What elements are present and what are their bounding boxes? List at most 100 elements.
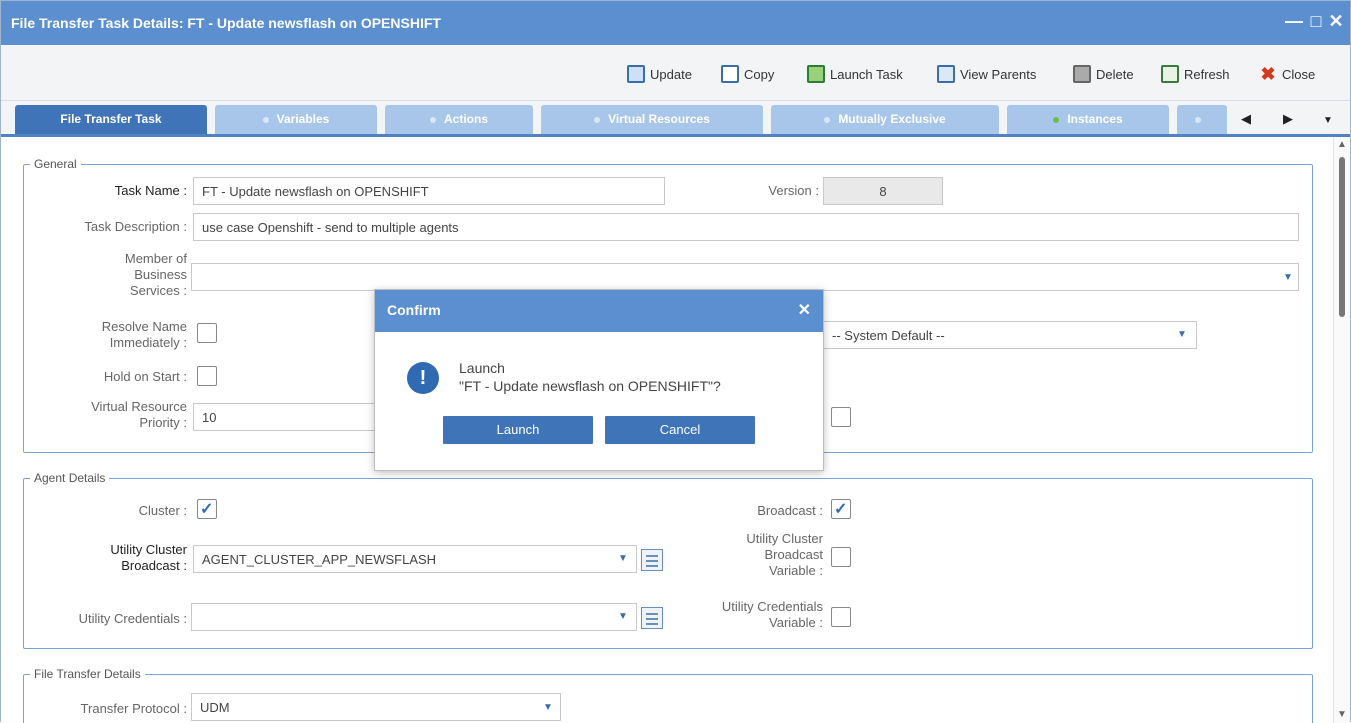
lookup-list-icon[interactable]: [641, 607, 663, 629]
utility-credentials-select[interactable]: [191, 603, 637, 631]
tab-bar: File Transfer Task Variables Actions Vir…: [1, 101, 1350, 137]
chevron-down-icon[interactable]: ▼: [543, 702, 553, 713]
general-extra-checkbox[interactable]: [831, 407, 851, 427]
status-dot-icon: [824, 116, 831, 123]
ucb-label-line1: Utility Cluster: [110, 542, 187, 557]
launch-task-label: Launch Task: [830, 66, 903, 82]
chevron-down-icon[interactable]: ▼: [618, 553, 628, 564]
task-name-field[interactable]: FT - Update newsflash on OPENSHIFT: [193, 177, 665, 205]
agent-details-legend: Agent Details: [34, 471, 106, 485]
close-window-icon[interactable]: ✕: [1327, 11, 1345, 31]
resolve-name-label-line2: Immediately :: [109, 335, 187, 350]
utility-cluster-broadcast-select[interactable]: AGENT_CLUSTER_APP_NEWSFLASH: [193, 545, 637, 573]
tab-variables[interactable]: Variables: [215, 105, 377, 134]
close-icon[interactable]: ✕: [798, 300, 811, 320]
tab-mutually-exclusive[interactable]: Mutually Exclusive: [771, 105, 999, 134]
status-dot-icon: [262, 116, 269, 123]
status-dot-icon: [429, 116, 436, 123]
chevron-down-icon[interactable]: ▼: [1283, 272, 1293, 283]
tab-actions[interactable]: Actions: [385, 105, 533, 134]
general-legend: General: [34, 157, 77, 171]
ucb-variable-checkbox[interactable]: [831, 547, 851, 567]
tab-instances[interactable]: Instances: [1007, 105, 1169, 134]
vr-priority-label-line1: Virtual Resource: [91, 399, 187, 414]
confirm-dialog-title: Confirm: [387, 302, 441, 318]
utility-credentials-label: Utility Credentials :: [78, 611, 187, 626]
member-label-line3: Services :: [129, 283, 187, 298]
status-dot-icon: [1053, 116, 1060, 123]
ucbv-label-line2: Broadcast: [764, 547, 823, 562]
refresh-label: Refresh: [1184, 66, 1230, 82]
launch-task-button[interactable]: Launch Task: [807, 63, 903, 85]
copy-button[interactable]: Copy: [721, 63, 774, 85]
resolve-name-checkbox[interactable]: [197, 323, 217, 343]
cluster-checkbox[interactable]: [197, 499, 217, 519]
scroll-down-icon[interactable]: ▼: [1337, 709, 1347, 720]
confirm-dialog-header: Confirm: [375, 290, 823, 332]
launch-button[interactable]: Launch: [443, 416, 593, 444]
view-parents-button[interactable]: View Parents: [937, 63, 1036, 85]
lookup-list-icon[interactable]: [641, 549, 663, 571]
task-name-label: Task Name :: [114, 183, 187, 198]
tab-label: Virtual Resources: [608, 112, 710, 126]
member-label-line2: Business: [134, 267, 187, 282]
refresh-button[interactable]: Refresh: [1161, 63, 1230, 85]
tab-menu-icon[interactable]: ▼: [1323, 115, 1333, 126]
ucbv-label-line3: Variable :: [769, 563, 823, 578]
tab-next-icon[interactable]: ▶: [1283, 111, 1293, 127]
minimize-icon[interactable]: —: [1285, 11, 1303, 31]
hold-on-start-label: Hold on Start :: [103, 369, 187, 384]
window-title: File Transfer Task Details: FT - Update …: [11, 15, 441, 31]
tab-label: Variables: [276, 112, 330, 126]
copy-label: Copy: [744, 66, 775, 82]
status-dot-icon: [594, 116, 601, 123]
tab-label: Mutually Exclusive: [838, 112, 946, 126]
view-parents-label: View Parents: [960, 66, 1037, 82]
confirm-message-line1: Launch: [459, 360, 505, 376]
copy-icon: [721, 65, 739, 83]
scroll-up-icon[interactable]: ▲: [1337, 139, 1347, 150]
tab-overflow[interactable]: [1177, 105, 1227, 134]
confirm-message-line2: "FT - Update newsflash on OPENSHIFT"?: [459, 378, 721, 394]
vr-priority-field[interactable]: 10: [193, 403, 383, 431]
update-button[interactable]: Update: [627, 63, 692, 85]
task-description-field[interactable]: use case Openshift - send to multiple ag…: [193, 213, 1299, 241]
cancel-button[interactable]: Cancel: [605, 416, 755, 444]
ucv-label-line2: Variable :: [769, 615, 823, 630]
maximize-icon[interactable]: □: [1307, 11, 1325, 31]
chevron-down-icon[interactable]: ▼: [618, 611, 628, 622]
tab-virtual-resources[interactable]: Virtual Resources: [541, 105, 763, 134]
toolbar: Update Copy Launch Task View Parents Del…: [1, 45, 1350, 101]
close-label: Close: [1282, 66, 1316, 82]
business-services-select[interactable]: [191, 263, 1299, 291]
close-x-icon: ✖: [1260, 64, 1276, 84]
delete-label: Delete: [1096, 66, 1134, 82]
ucbv-label-line1: Utility Cluster: [746, 531, 823, 546]
close-button[interactable]: ✖ Close: [1259, 63, 1315, 85]
version-label: Version :: [768, 183, 819, 198]
tab-label: File Transfer Task: [60, 112, 162, 126]
title-bar: File Transfer Task Details: FT - Update …: [1, 1, 1350, 45]
broadcast-label: Broadcast :: [757, 503, 823, 518]
broadcast-checkbox[interactable]: [831, 499, 851, 519]
tab-prev-icon[interactable]: ◀: [1241, 111, 1251, 127]
transfer-protocol-select[interactable]: UDM: [191, 693, 561, 721]
chevron-down-icon[interactable]: ▼: [1177, 329, 1187, 340]
update-label: Update: [650, 66, 692, 82]
system-default-select[interactable]: -- System Default --: [823, 321, 1197, 349]
uc-variable-checkbox[interactable]: [831, 607, 851, 627]
status-dot-icon: [1195, 116, 1201, 123]
hold-on-start-checkbox[interactable]: [197, 366, 217, 386]
vertical-scrollbar[interactable]: ▲ ▼: [1333, 137, 1350, 723]
exclamation-icon: !: [407, 362, 439, 394]
file-transfer-legend: File Transfer Details: [34, 667, 141, 681]
trash-icon: [1073, 65, 1091, 83]
delete-button[interactable]: Delete: [1073, 63, 1134, 85]
tab-file-transfer-task[interactable]: File Transfer Task: [15, 105, 207, 134]
scrollbar-thumb[interactable]: [1339, 157, 1345, 317]
cluster-label: Cluster :: [138, 503, 187, 518]
task-description-label: Task Description :: [84, 219, 187, 234]
task-details-window: File Transfer Task Details: FT - Update …: [0, 0, 1351, 723]
confirm-dialog: Confirm ✕ ! Launch "FT - Update newsflas…: [374, 289, 824, 471]
transfer-protocol-label: Transfer Protocol :: [80, 701, 187, 716]
